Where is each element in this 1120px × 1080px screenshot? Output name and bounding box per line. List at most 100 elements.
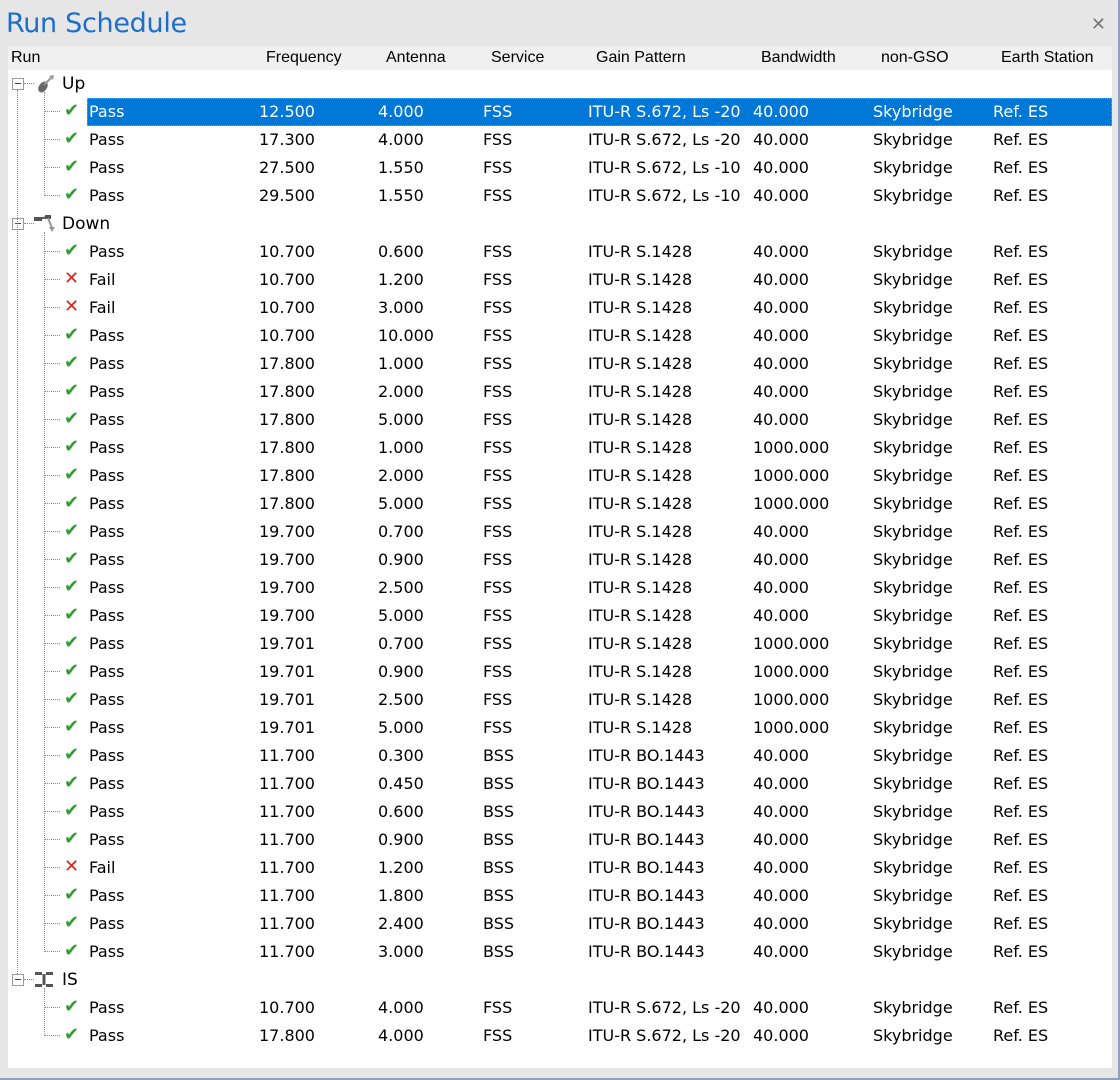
antenna-cell: 4.000 [378, 130, 424, 149]
earth-station-cell: Ref. ES [993, 298, 1049, 317]
gain-pattern-cell: ITU-R S.1428 [588, 662, 693, 681]
gain-pattern-cell: ITU-R BO.1443 [588, 802, 705, 821]
frequency-cell: 17.300 [259, 130, 315, 149]
tree-connector [24, 979, 34, 980]
checkmark-icon: ✔ [64, 688, 80, 709]
antenna-cell: 0.300 [378, 746, 424, 765]
table-row[interactable]: ✔ Pass 11.700 3.000 BSS ITU-R BO.1443 40.000 Sk… [8, 938, 1112, 966]
run-status-text: Pass [89, 662, 125, 681]
table-row[interactable]: ✔ Pass 19.700 0.900 FSS ITU-R S.1428 40.000 Sky… [8, 546, 1112, 574]
tree-connector [44, 783, 60, 784]
non-gso-cell: Skybridge [873, 298, 953, 317]
tree-connector [44, 895, 60, 896]
non-gso-cell: Skybridge [873, 354, 953, 373]
run-status-text: Pass [89, 326, 125, 345]
service-cell: FSS [483, 270, 513, 289]
table-row[interactable]: ✕ Fail 11.700 1.200 BSS ITU-R BO.1443 40.000 Sk… [8, 854, 1112, 882]
gain-pattern-cell: ITU-R S.1428 [588, 270, 693, 289]
checkmark-icon: ✔ [64, 492, 80, 513]
table-row[interactable]: ✔ Pass 19.701 2.500 FSS ITU-R S.1428 1000.000 S… [8, 686, 1112, 714]
table-row[interactable]: ✔ Pass 19.701 5.000 FSS ITU-R S.1428 1000.000 S… [8, 714, 1112, 742]
gain-pattern-cell: ITU-R S.1428 [588, 354, 693, 373]
table-row[interactable]: ✔ Pass 17.800 2.000 FSS ITU-R S.1428 1000.000 S… [8, 462, 1112, 490]
column-header-service[interactable]: Service [491, 49, 544, 67]
table-row[interactable]: ✔ Pass 27.500 1.550 FSS ITU-R S.672, Ls -10 40… [8, 154, 1112, 182]
earth-station-cell: Ref. ES [993, 858, 1049, 877]
table-row[interactable]: ✔ Pass 12.500 4.000 FSS ITU-R S.672, Ls -20 40… [8, 98, 1112, 126]
table-row[interactable]: ✔ Pass 19.701 0.900 FSS ITU-R S.1428 1000.000 S… [8, 658, 1112, 686]
bandwidth-cell: 40.000 [753, 550, 809, 569]
bandwidth-cell: 40.000 [753, 354, 809, 373]
checkmark-icon: ✔ [64, 744, 80, 765]
bandwidth-cell: 40.000 [753, 606, 809, 625]
window-title: Run Schedule [6, 8, 187, 39]
column-header-run[interactable]: Run [11, 49, 40, 67]
column-header-frequency[interactable]: Frequency [266, 49, 342, 67]
frequency-cell: 19.701 [259, 634, 315, 653]
table-row[interactable]: ✔ Pass 19.700 5.000 FSS ITU-R S.1428 40.000 Sky… [8, 602, 1112, 630]
tree-connector [44, 307, 60, 308]
tree-group-is[interactable]: IS [8, 966, 1112, 994]
non-gso-cell: Skybridge [873, 578, 953, 597]
table-row[interactable]: ✔ Pass 11.700 0.450 BSS ITU-R BO.1443 40.000 Sk… [8, 770, 1112, 798]
gain-pattern-cell: ITU-R S.1428 [588, 550, 693, 569]
gain-pattern-cell: ITU-R S.1428 [588, 438, 693, 457]
bandwidth-cell: 40.000 [753, 102, 809, 121]
table-row[interactable]: ✔ Pass 19.700 2.500 FSS ITU-R S.1428 40.000 Sky… [8, 574, 1112, 602]
table-row[interactable]: ✔ Pass 11.700 2.400 BSS ITU-R BO.1443 40.000 Sk… [8, 910, 1112, 938]
antenna-cell: 1.800 [378, 886, 424, 905]
table-row[interactable]: ✔ Pass 10.700 0.600 FSS ITU-R S.1428 40.000 Sky… [8, 238, 1112, 266]
table-row[interactable]: ✕ Fail 10.700 3.000 FSS ITU-R S.1428 40.000 Sky… [8, 294, 1112, 322]
table-row[interactable]: ✔ Pass 10.700 4.000 FSS ITU-R S.672, Ls -20 40… [8, 994, 1112, 1022]
antenna-cell: 4.000 [378, 102, 424, 121]
table-row[interactable]: ✕ Fail 10.700 1.200 FSS ITU-R S.1428 40.000 Sky… [8, 266, 1112, 294]
non-gso-cell: Skybridge [873, 998, 953, 1017]
table-row[interactable]: ✔ Pass 17.300 4.000 FSS ITU-R S.672, Ls -20 40… [8, 126, 1112, 154]
collapse-toggle[interactable] [12, 78, 24, 90]
column-header-non-gso[interactable]: non-GSO [881, 49, 949, 67]
service-cell: FSS [483, 298, 513, 317]
tree-connector [44, 419, 60, 420]
non-gso-cell: Skybridge [873, 634, 953, 653]
run-status-text: Pass [89, 102, 125, 121]
table-row[interactable]: ✔ Pass 17.800 5.000 FSS ITU-R S.1428 1000.000 S… [8, 490, 1112, 518]
non-gso-cell: Skybridge [873, 130, 953, 149]
table-row[interactable]: ✔ Pass 11.700 0.600 BSS ITU-R BO.1443 40.000 Sk… [8, 798, 1112, 826]
table-row[interactable]: ✔ Pass 17.800 2.000 FSS ITU-R S.1428 40.000 Sky… [8, 378, 1112, 406]
collapse-toggle[interactable] [12, 974, 24, 986]
table-row[interactable]: ✔ Pass 19.700 0.700 FSS ITU-R S.1428 40.000 Sky… [8, 518, 1112, 546]
column-header-bandwidth[interactable]: Bandwidth [761, 49, 836, 67]
run-schedule-tree-grid[interactable]: Run Frequency Antenna Service Gain Patte… [8, 46, 1112, 1068]
table-row[interactable]: ✔ Pass 10.700 10.000 FSS ITU-R S.1428 40.000 Sk… [8, 322, 1112, 350]
table-row[interactable]: ✔ Pass 17.800 1.000 FSS ITU-R S.1428 40.000 Sky… [8, 350, 1112, 378]
table-row[interactable]: ✔ Pass 11.700 1.800 BSS ITU-R BO.1443 40.000 Sk… [8, 882, 1112, 910]
uplink-dish-icon [34, 74, 56, 94]
table-row[interactable]: ✔ Pass 11.700 0.900 BSS ITU-R BO.1443 40.000 Sk… [8, 826, 1112, 854]
tree-connector [44, 559, 60, 560]
collapse-toggle[interactable] [12, 218, 24, 230]
bandwidth-cell: 40.000 [753, 326, 809, 345]
earth-station-cell: Ref. ES [993, 942, 1049, 961]
frequency-cell: 17.800 [259, 438, 315, 457]
column-header-earth-station[interactable]: Earth Station [1001, 49, 1094, 67]
bandwidth-cell: 40.000 [753, 1026, 809, 1045]
tree-group-up[interactable]: Up [8, 70, 1112, 98]
column-header-antenna[interactable]: Antenna [386, 49, 446, 67]
earth-station-cell: Ref. ES [993, 102, 1049, 121]
tree-group-down[interactable]: Down [8, 210, 1112, 238]
non-gso-cell: Skybridge [873, 802, 953, 821]
gain-pattern-cell: ITU-R S.1428 [588, 326, 693, 345]
frequency-cell: 11.700 [259, 802, 315, 821]
column-header-gain-pattern[interactable]: Gain Pattern [596, 49, 686, 67]
table-row[interactable]: ✔ Pass 19.701 0.700 FSS ITU-R S.1428 1000.000 S… [8, 630, 1112, 658]
table-row[interactable]: ✔ Pass 11.700 0.300 BSS ITU-R BO.1443 40.000 Sk… [8, 742, 1112, 770]
frequency-cell: 10.700 [259, 298, 315, 317]
table-row[interactable]: ✔ Pass 17.800 4.000 FSS ITU-R S.672, Ls -20 40… [8, 1022, 1112, 1050]
run-status-text: Pass [89, 186, 125, 205]
non-gso-cell: Skybridge [873, 718, 953, 737]
close-icon[interactable]: ✕ [1091, 14, 1106, 35]
table-row[interactable]: ✔ Pass 17.800 1.000 FSS ITU-R S.1428 1000.000 S… [8, 434, 1112, 462]
table-row[interactable]: ✔ Pass 17.800 5.000 FSS ITU-R S.1428 40.000 Sky… [8, 406, 1112, 434]
table-row[interactable]: ✔ Pass 29.500 1.550 FSS ITU-R S.672, Ls -10 40… [8, 182, 1112, 210]
service-cell: FSS [483, 634, 513, 653]
